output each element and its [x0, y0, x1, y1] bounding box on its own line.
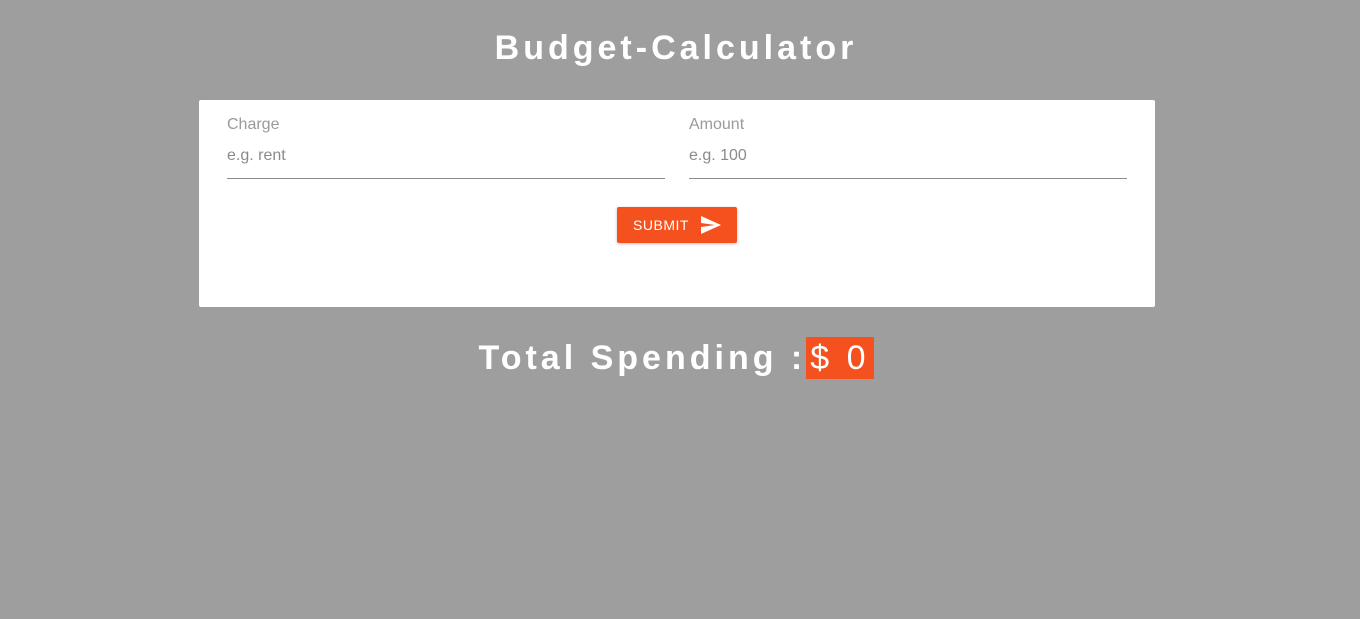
amount-field: Amount	[689, 116, 1127, 179]
submit-button[interactable]: SUBMIT	[617, 207, 737, 243]
charge-label: Charge	[227, 116, 280, 133]
total-amount-badge: $ 0	[806, 337, 874, 379]
total-label: Total Spending :	[478, 339, 807, 377]
amount-input[interactable]	[689, 146, 1127, 179]
charge-field: Charge	[227, 116, 665, 179]
app-title: Budget-Calculator	[494, 29, 858, 67]
send-icon	[700, 216, 721, 234]
total-spending: Total Spending : $ 0	[0, 337, 1352, 379]
charge-input[interactable]	[227, 146, 665, 179]
expense-form: Charge Amount SUBMIT	[199, 100, 1155, 307]
amount-label: Amount	[689, 116, 745, 133]
submit-label: SUBMIT	[633, 217, 689, 233]
